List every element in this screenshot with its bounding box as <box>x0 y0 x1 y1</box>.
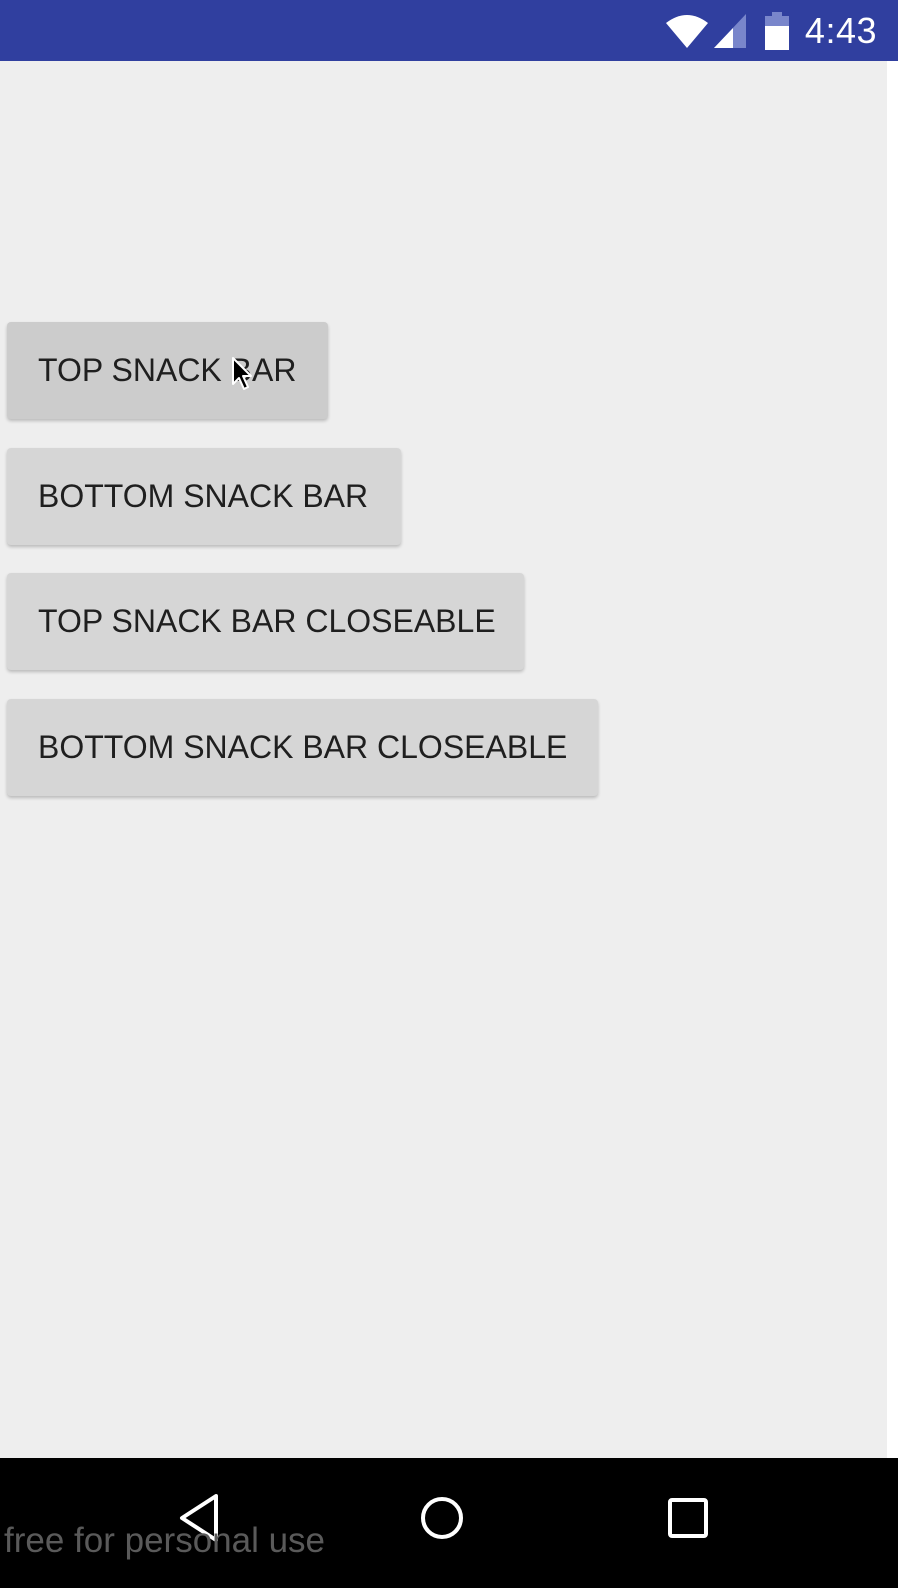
signal-icon <box>713 13 746 48</box>
home-button[interactable] <box>412 1488 472 1548</box>
bottom-snack-bar-closeable-button[interactable]: BOTTOM SNACK BAR CLOSEABLE <box>7 699 598 796</box>
back-icon <box>180 1494 218 1542</box>
status-clock: 4:43 <box>804 9 877 51</box>
recents-icon <box>668 1498 708 1538</box>
wifi-icon <box>665 14 708 48</box>
back-button[interactable] <box>168 1488 228 1548</box>
status-icons: 4:43 <box>665 0 898 61</box>
scrollbar-edge <box>887 61 898 1458</box>
top-snack-bar-closeable-button[interactable]: TOP SNACK BAR CLOSEABLE <box>7 573 524 670</box>
home-icon <box>421 1497 463 1539</box>
bottom-snack-bar-button[interactable]: BOTTOM SNACK BAR <box>7 448 401 545</box>
recents-button[interactable] <box>658 1488 718 1548</box>
top-snack-bar-button[interactable]: TOP SNACK BAR <box>7 322 328 419</box>
app-screen: 4:43 TOP SNACK BAR BOTTOM SNACK BAR TOP … <box>0 0 898 1588</box>
battery-icon <box>764 11 789 50</box>
status-bar: 4:43 <box>0 0 898 61</box>
main-content: TOP SNACK BAR BOTTOM SNACK BAR TOP SNACK… <box>0 61 887 1458</box>
navigation-bar <box>0 1458 898 1588</box>
